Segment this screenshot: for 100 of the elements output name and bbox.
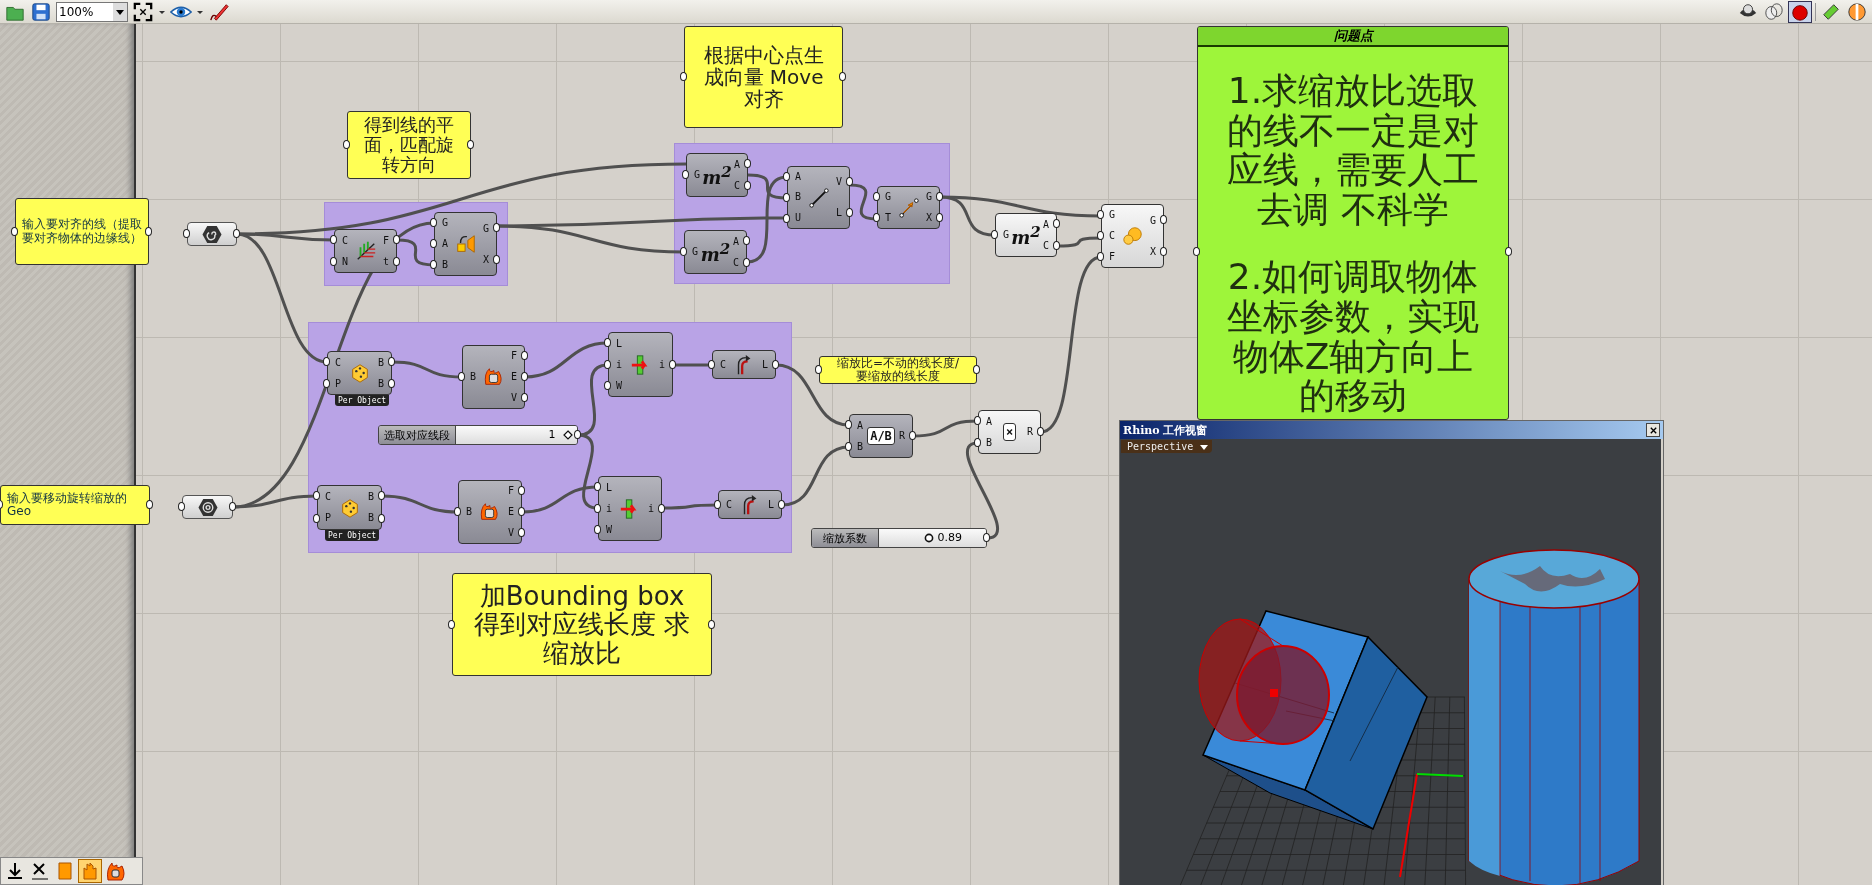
port[interactable] bbox=[845, 420, 852, 429]
port[interactable] bbox=[936, 213, 943, 223]
port[interactable] bbox=[658, 503, 665, 513]
port[interactable] bbox=[783, 192, 790, 202]
slider-track[interactable]: 0.89 bbox=[879, 529, 986, 547]
port[interactable] bbox=[1160, 247, 1167, 256]
highlight-icon[interactable] bbox=[1820, 1, 1842, 22]
port[interactable] bbox=[680, 247, 687, 256]
port[interactable] bbox=[388, 379, 395, 388]
component-node[interactable]: A B × R bbox=[978, 410, 1041, 454]
viewport-tab[interactable]: Perspective bbox=[1121, 440, 1213, 453]
port[interactable] bbox=[145, 226, 152, 236]
port[interactable] bbox=[1505, 247, 1512, 256]
port[interactable] bbox=[518, 507, 525, 516]
port[interactable] bbox=[430, 260, 437, 270]
component-node[interactable]: A B U V L bbox=[787, 166, 850, 229]
port[interactable] bbox=[873, 213, 880, 223]
port[interactable] bbox=[393, 257, 400, 266]
component-node[interactable]: G T G X bbox=[877, 186, 940, 229]
save-icon[interactable] bbox=[30, 1, 52, 22]
port[interactable] bbox=[974, 416, 981, 425]
component-node[interactable]: C P B B bbox=[327, 351, 392, 395]
port[interactable] bbox=[743, 236, 750, 245]
port[interactable] bbox=[518, 528, 525, 538]
port[interactable] bbox=[323, 357, 330, 366]
port[interactable] bbox=[493, 255, 500, 264]
port[interactable] bbox=[604, 359, 611, 369]
port[interactable] bbox=[178, 502, 185, 511]
port[interactable] bbox=[873, 191, 880, 201]
port[interactable] bbox=[393, 235, 400, 244]
port[interactable] bbox=[682, 170, 689, 179]
port[interactable] bbox=[458, 372, 465, 381]
port[interactable] bbox=[974, 438, 981, 447]
port[interactable] bbox=[518, 485, 525, 495]
port[interactable] bbox=[430, 239, 437, 248]
x-tool-icon[interactable] bbox=[29, 860, 51, 882]
component-node[interactable]: C L bbox=[718, 490, 782, 519]
flame-icon[interactable] bbox=[104, 860, 126, 882]
port[interactable] bbox=[845, 442, 852, 451]
port[interactable] bbox=[1160, 215, 1167, 224]
port[interactable] bbox=[323, 379, 330, 388]
port[interactable] bbox=[313, 513, 320, 523]
component-node[interactable]: C P B B bbox=[317, 485, 382, 530]
port[interactable] bbox=[1193, 247, 1200, 256]
component-node[interactable]: L i W i bbox=[598, 476, 662, 541]
note-panel[interactable]: 缩放比=不动的线长度/要缩放的线长度 bbox=[819, 356, 977, 384]
component-node[interactable]: G C F G X bbox=[1101, 204, 1164, 268]
port[interactable] bbox=[330, 235, 337, 244]
port[interactable] bbox=[183, 229, 190, 238]
port[interactable] bbox=[839, 72, 846, 81]
port[interactable] bbox=[378, 491, 385, 501]
port[interactable] bbox=[388, 357, 395, 366]
port[interactable] bbox=[313, 491, 320, 501]
port[interactable] bbox=[744, 159, 751, 168]
port[interactable] bbox=[680, 72, 687, 81]
port[interactable] bbox=[714, 499, 721, 509]
number-slider[interactable]: 选取对应线段 1 bbox=[378, 425, 578, 445]
port[interactable] bbox=[521, 350, 528, 360]
port[interactable] bbox=[1053, 219, 1060, 228]
pencil-icon[interactable] bbox=[208, 1, 230, 22]
text-panel[interactable]: 输入要对齐的线（提取要对齐物体的边缘线） bbox=[15, 198, 149, 265]
note-panel[interactable]: 加Bounding box 得到对应线长度 求缩放比 bbox=[452, 573, 712, 676]
port[interactable] bbox=[343, 140, 350, 149]
shaded-icon[interactable] bbox=[1789, 1, 1811, 22]
port[interactable] bbox=[708, 359, 715, 369]
port[interactable] bbox=[1053, 241, 1060, 250]
number-slider[interactable]: 缩放系数 0.89 bbox=[811, 528, 987, 548]
port[interactable] bbox=[783, 213, 790, 223]
port[interactable] bbox=[743, 258, 750, 267]
port[interactable] bbox=[669, 359, 676, 369]
port[interactable] bbox=[493, 223, 500, 232]
port[interactable] bbox=[594, 503, 601, 513]
port[interactable] bbox=[815, 365, 822, 374]
port[interactable] bbox=[846, 176, 853, 186]
zoom-extents-icon[interactable] bbox=[132, 1, 154, 22]
note-panel[interactable]: 得到线的平面，匹配旋转方向 bbox=[347, 111, 471, 179]
slider-thumb[interactable] bbox=[562, 430, 573, 440]
port[interactable] bbox=[991, 230, 998, 239]
port[interactable] bbox=[604, 337, 611, 347]
component-node[interactable]: B F E V bbox=[458, 480, 522, 544]
component-node[interactable]: B F E V bbox=[462, 345, 525, 409]
port[interactable] bbox=[772, 359, 779, 369]
port[interactable] bbox=[1097, 231, 1104, 240]
dropdown-icon[interactable] bbox=[113, 2, 127, 21]
port[interactable] bbox=[846, 208, 853, 218]
port[interactable] bbox=[146, 500, 153, 509]
port[interactable] bbox=[744, 181, 751, 190]
port[interactable] bbox=[330, 257, 337, 266]
note-panel[interactable]: 根据中心点生成向量 Move 对齐 bbox=[684, 26, 843, 128]
port[interactable] bbox=[467, 140, 474, 149]
port[interactable] bbox=[1097, 252, 1104, 262]
port[interactable] bbox=[983, 533, 990, 542]
port[interactable] bbox=[1097, 209, 1104, 219]
port[interactable] bbox=[430, 217, 437, 227]
port[interactable] bbox=[783, 171, 790, 181]
parameter-node[interactable] bbox=[187, 222, 237, 246]
port[interactable] bbox=[521, 393, 528, 403]
port[interactable] bbox=[233, 229, 240, 238]
close-button[interactable] bbox=[1646, 423, 1660, 437]
port[interactable] bbox=[936, 191, 943, 201]
